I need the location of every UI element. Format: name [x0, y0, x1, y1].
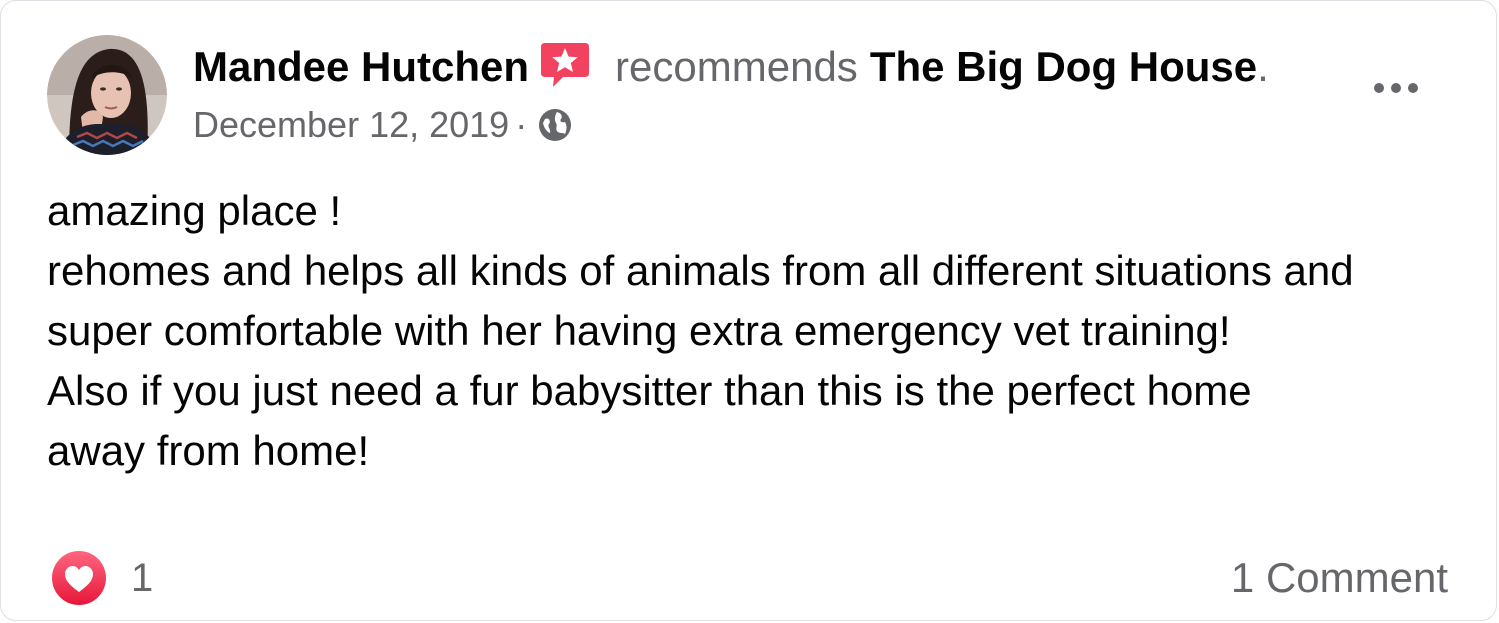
post-body-line: away from home! [47, 427, 370, 474]
page-name-link[interactable]: The Big Dog House [870, 43, 1257, 91]
post-meta: December 12, 2019 · [193, 103, 573, 147]
more-dot-2 [1391, 83, 1401, 93]
comment-count-link[interactable]: 1 Comment [1231, 549, 1448, 607]
header-period: . [1257, 43, 1269, 90]
avatar-image [47, 35, 167, 155]
globe-icon[interactable] [537, 107, 573, 143]
post-body-line: Also if you just need a fur babysitter t… [47, 367, 1252, 414]
post-body-line: super comfortable with her having extra … [47, 307, 1231, 354]
more-dot-3 [1408, 83, 1418, 93]
more-options-button[interactable] [1367, 65, 1425, 111]
reaction-count: 1 [131, 555, 154, 600]
more-dot-1 [1374, 83, 1384, 93]
action-text: recommends [615, 43, 858, 90]
avatar[interactable] [47, 35, 167, 155]
recommendation-star-icon [539, 39, 591, 91]
post-header: Mandee Hutchen recommends The Big Dog Ho… [193, 39, 1269, 95]
love-reaction-icon [52, 551, 106, 605]
meta-separator: · [515, 104, 528, 145]
post-date-link[interactable]: December 12, 2019 [193, 104, 509, 146]
post-card: Mandee Hutchen recommends The Big Dog Ho… [0, 0, 1497, 621]
author-name-link[interactable]: Mandee Hutchen [193, 43, 529, 91]
post-body: amazing place ! rehomes and helps all ki… [47, 181, 1467, 481]
post-body-line: rehomes and helps all kinds of animals f… [47, 247, 1354, 294]
post-body-line: amazing place ! [47, 187, 342, 234]
reactions-summary[interactable]: 1 [51, 549, 153, 607]
